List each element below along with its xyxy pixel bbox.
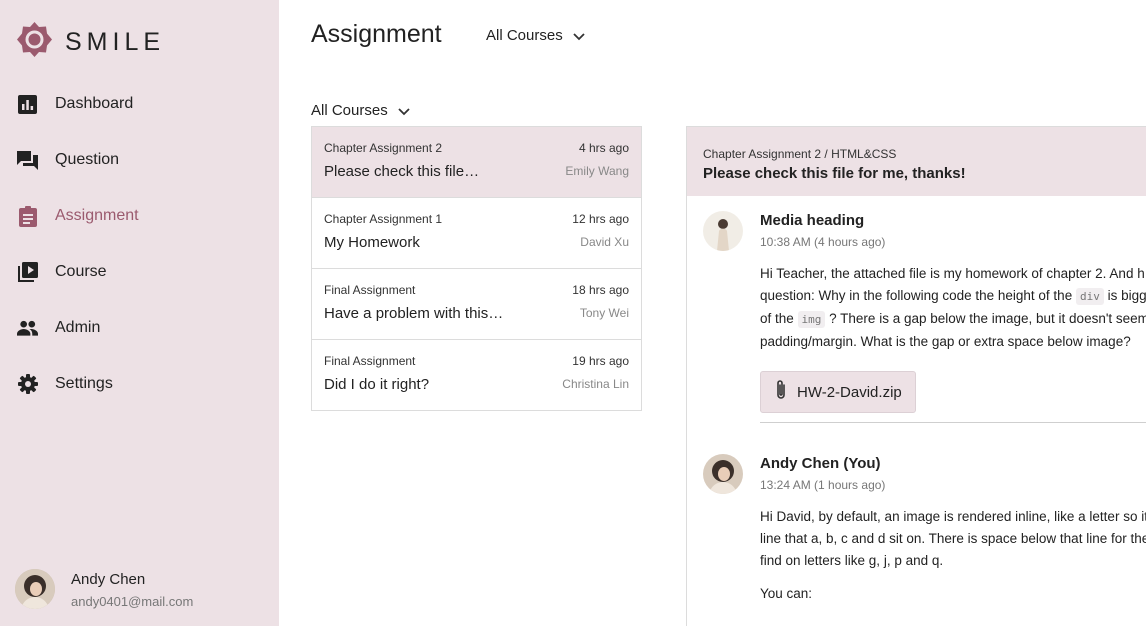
sidebar-item-label: Course (55, 263, 107, 280)
item-title: Please check this file… (324, 163, 480, 180)
list-course-filter-dropdown[interactable]: All Courses (311, 101, 410, 120)
message-author: Andy Chen (You) (760, 455, 881, 472)
user-name: Andy Chen (71, 570, 146, 588)
item-time: 19 hrs ago (572, 354, 629, 368)
logo[interactable]: SMILE (16, 21, 165, 63)
item-category: Final Assignment (324, 354, 416, 368)
sidebar-item-label: Question (55, 151, 120, 168)
sidebar-item-label: Dashboard (55, 95, 134, 112)
item-author: David Xu (580, 235, 629, 249)
list-item[interactable]: Final Assignment 18 hrs ago Have a probl… (312, 269, 641, 340)
sidebar-item-admin[interactable]: Admin (0, 300, 279, 356)
divider (760, 422, 1146, 423)
chevron-down-icon (573, 28, 585, 45)
item-author: Emily Wang (565, 164, 629, 178)
message-text: You can: (760, 586, 813, 601)
item-time: 4 hrs ago (578, 141, 629, 155)
sidebar-item-assignment[interactable]: Assignment (0, 188, 279, 244)
item-category: Chapter Assignment 1 (324, 212, 443, 226)
item-author: Tony Wei (579, 306, 629, 320)
logo-text: SMILE (65, 27, 166, 56)
avatar (15, 569, 55, 609)
sidebar-item-settings[interactable]: Settings (0, 356, 279, 412)
dashboard-icon (17, 94, 38, 115)
list-item[interactable]: Chapter Assignment 2 4 hrs ago Please ch… (312, 127, 641, 198)
sidebar-item-course[interactable]: Course (0, 244, 279, 300)
sidebar-item-label: Settings (55, 375, 113, 392)
list-item[interactable]: Chapter Assignment 1 12 hrs ago My Homew… (312, 198, 641, 269)
logo-icon (16, 21, 53, 63)
detail-title: Please check this file for me, thanks! (703, 165, 966, 182)
item-title: Did I do it right? (324, 376, 430, 393)
user-email: andy0401@mail.com (71, 593, 194, 609)
course-filter-dropdown[interactable]: All Courses (486, 26, 585, 45)
list-item[interactable]: Final Assignment 19 hrs ago Did I do it … (312, 340, 641, 410)
message-time: 13:24 AM (1 hours ago) (760, 478, 886, 492)
sidebar-nav: Dashboard Question Assignment Course Adm… (0, 76, 279, 412)
message-text: Hi David, by default, an image is render… (760, 509, 1146, 568)
assignment-detail: Chapter Assignment 2 / HTML&CSS Please c… (686, 126, 1146, 626)
item-category: Final Assignment (324, 283, 416, 297)
inline-code: img (797, 311, 826, 328)
breadcrumb: Chapter Assignment 2 / HTML&CSS (703, 147, 897, 161)
assignment-icon (17, 205, 38, 227)
sidebar-item-question[interactable]: Question (0, 132, 279, 188)
sidebar-item-label: Assignment (55, 207, 139, 224)
message-text: Hi Teacher, the attached file is my home… (760, 266, 1146, 349)
sidebar-item-dashboard[interactable]: Dashboard (0, 76, 279, 132)
inline-code: div (1075, 288, 1104, 305)
item-title: My Homework (324, 234, 420, 251)
course-filter-label: All Courses (486, 27, 563, 44)
people-icon (17, 318, 38, 339)
attachment-name: HW-2-David.zip (797, 383, 902, 401)
message-time: 10:38 AM (4 hours ago) (760, 235, 886, 249)
avatar (703, 454, 743, 494)
attachment-button[interactable]: HW-2-David.zip (760, 371, 916, 413)
item-author: Christina Lin (562, 377, 629, 391)
item-time: 18 hrs ago (572, 283, 629, 297)
list-filter-label: All Courses (311, 102, 388, 119)
message-author: Media heading (760, 212, 865, 229)
avatar (703, 211, 743, 251)
item-time: 12 hrs ago (572, 212, 629, 226)
sidebar-item-label: Admin (55, 319, 101, 336)
detail-header: Chapter Assignment 2 / HTML&CSS Please c… (687, 127, 1146, 196)
assignment-list: Chapter Assignment 2 4 hrs ago Please ch… (311, 126, 642, 411)
user-profile[interactable]: Andy Chen andy0401@mail.com (15, 569, 193, 609)
gear-icon (17, 374, 38, 395)
chevron-down-icon (398, 103, 410, 120)
item-category: Chapter Assignment 2 (324, 141, 443, 155)
video-library-icon (17, 262, 38, 283)
page-title: Assignment (311, 20, 442, 48)
sidebar: SMILE Dashboard Question Assignment Cour… (0, 0, 279, 626)
item-title: Have a problem with this… (324, 305, 504, 322)
forum-icon (17, 150, 38, 171)
paperclip-icon (775, 379, 787, 406)
